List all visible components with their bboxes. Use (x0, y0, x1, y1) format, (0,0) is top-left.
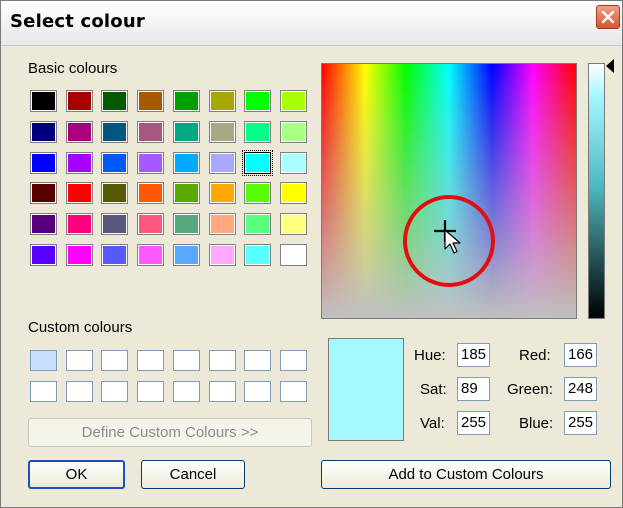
basic-colour-swatch[interactable] (31, 152, 56, 173)
basic-colours-label: Basic colours (28, 60, 118, 77)
basic-colour-swatch[interactable] (138, 91, 164, 111)
basic-colour-swatch[interactable] (245, 245, 271, 265)
basic-colour-swatch[interactable] (209, 152, 235, 173)
custom-colour-slot[interactable] (279, 381, 307, 402)
ok-button[interactable]: OK (28, 460, 125, 489)
custom-colour-slot[interactable] (65, 381, 93, 402)
custom-colour-slot[interactable] (30, 350, 57, 371)
basic-colour-swatch[interactable] (138, 245, 164, 265)
basic-colour-swatch[interactable] (102, 245, 128, 265)
custom-colour-slot[interactable] (101, 350, 129, 371)
luminosity-slider[interactable] (588, 63, 605, 319)
red-field[interactable]: 166 (564, 343, 597, 367)
add-to-custom-colours-button[interactable]: Add to Custom Colours (321, 460, 611, 489)
custom-colours-label: Custom colours (28, 319, 133, 336)
basic-colour-swatch[interactable] (31, 183, 56, 204)
basic-colour-swatch[interactable] (209, 91, 235, 111)
cancel-button[interactable]: Cancel (141, 460, 245, 489)
colour-preview (328, 338, 404, 441)
basic-colour-swatch[interactable] (173, 245, 199, 265)
basic-colour-swatch[interactable] (209, 121, 235, 142)
title-bar: Select colour (1, 1, 622, 46)
basic-colour-swatch[interactable] (66, 121, 92, 142)
basic-colour-swatch[interactable] (102, 91, 128, 111)
basic-colour-swatch[interactable] (280, 245, 306, 265)
close-button[interactable] (596, 5, 620, 29)
basic-colour-swatch[interactable] (280, 183, 306, 204)
custom-colour-slot[interactable] (244, 350, 272, 371)
custom-colour-slot[interactable] (172, 350, 200, 371)
custom-colour-slot[interactable] (244, 381, 272, 402)
blue-label: Blue: (519, 415, 554, 432)
basic-colour-swatch[interactable] (280, 91, 306, 111)
custom-colour-slot[interactable] (101, 381, 129, 402)
basic-colour-swatch[interactable] (280, 121, 306, 142)
basic-colour-swatch[interactable] (102, 183, 128, 204)
basic-colour-swatch[interactable] (245, 121, 271, 142)
custom-colour-slot[interactable] (137, 381, 165, 402)
basic-colour-swatch[interactable] (245, 214, 271, 235)
basic-colour-swatch[interactable] (66, 152, 92, 173)
close-icon (601, 10, 615, 24)
window-title: Select colour (10, 11, 145, 32)
basic-colour-swatch[interactable] (245, 183, 271, 204)
slider-arrow-icon[interactable] (606, 59, 614, 73)
select-colour-dialog: Select colour Basic colours Custom colou… (0, 0, 623, 508)
basic-colour-swatch[interactable] (209, 214, 235, 235)
basic-colour-swatch[interactable] (66, 245, 92, 265)
basic-colour-swatch[interactable] (242, 149, 274, 176)
custom-colour-slot[interactable] (172, 381, 200, 402)
green-label: Green: (507, 381, 553, 398)
basic-colour-swatch[interactable] (66, 183, 92, 204)
basic-colour-swatch[interactable] (138, 214, 164, 235)
basic-colour-swatch[interactable] (102, 121, 128, 142)
basic-colour-swatch[interactable] (173, 183, 199, 204)
custom-colour-slot[interactable] (30, 381, 57, 402)
basic-colour-swatch[interactable] (102, 152, 128, 173)
basic-colour-swatch[interactable] (102, 214, 128, 235)
custom-colour-slot[interactable] (137, 350, 165, 371)
define-custom-colours-button[interactable]: Define Custom Colours >> (28, 418, 312, 447)
basic-colour-swatch[interactable] (280, 152, 306, 173)
hue-field[interactable]: 185 (457, 343, 490, 367)
basic-colour-swatch[interactable] (173, 152, 199, 173)
basic-colour-swatch[interactable] (66, 91, 92, 111)
basic-colour-swatch[interactable] (31, 214, 56, 235)
hue-label: Hue: (414, 347, 446, 364)
sat-label: Sat: (420, 381, 447, 398)
arrow-cursor-icon (444, 229, 461, 254)
val-field[interactable]: 255 (457, 411, 490, 435)
green-field[interactable]: 248 (564, 377, 597, 401)
basic-colour-swatch[interactable] (209, 245, 235, 265)
custom-colour-slot[interactable] (279, 350, 307, 371)
basic-colour-swatch[interactable] (138, 183, 164, 204)
basic-colour-swatch[interactable] (138, 121, 164, 142)
basic-colour-swatch[interactable] (173, 214, 199, 235)
custom-colour-slot[interactable] (65, 350, 93, 371)
basic-colour-swatch[interactable] (280, 214, 306, 235)
basic-colour-swatch[interactable] (66, 214, 92, 235)
basic-colour-swatch[interactable] (31, 91, 56, 111)
basic-colour-swatch[interactable] (209, 183, 235, 204)
custom-colour-slot[interactable] (208, 350, 236, 371)
sat-field[interactable]: 89 (457, 377, 490, 401)
blue-field[interactable]: 255 (564, 411, 597, 435)
val-label: Val: (420, 415, 445, 432)
basic-colour-swatch[interactable] (138, 152, 164, 173)
basic-colour-swatch[interactable] (173, 91, 199, 111)
basic-colour-swatch[interactable] (31, 245, 56, 265)
custom-colour-slot[interactable] (208, 381, 236, 402)
basic-colour-swatch[interactable] (173, 121, 199, 142)
red-label: Red: (519, 347, 551, 364)
basic-colour-swatch[interactable] (245, 91, 271, 111)
basic-colour-swatch[interactable] (31, 121, 56, 142)
